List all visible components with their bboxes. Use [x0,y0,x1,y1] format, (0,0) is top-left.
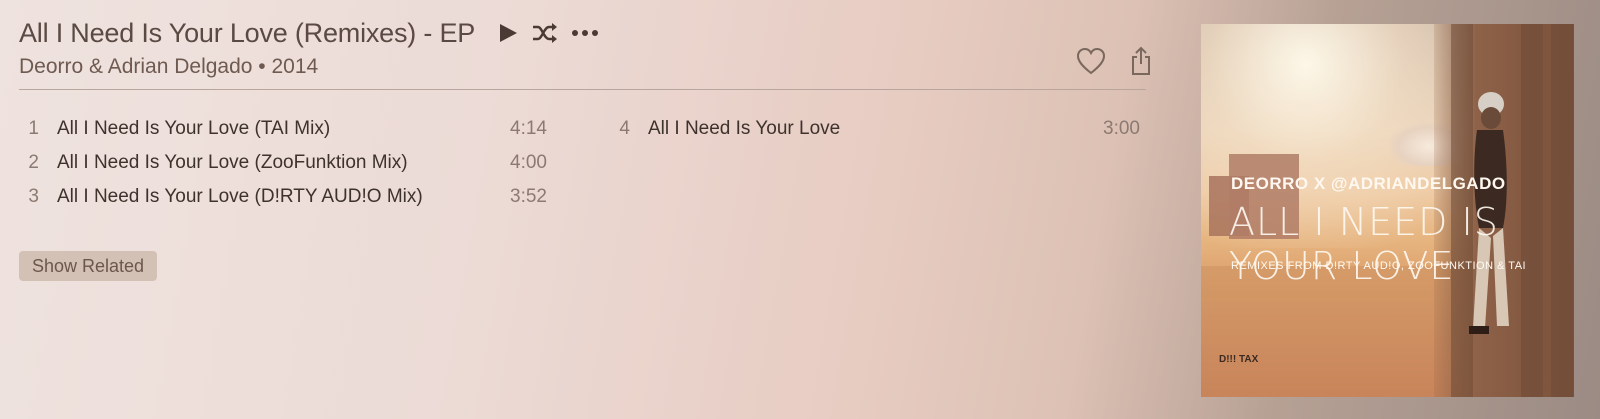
track-duration: 4:00 [510,152,547,173]
more-icon [572,30,599,36]
track-number: 2 [28,152,39,173]
track-name: All I Need Is Your Love (TAI Mix) [57,118,331,139]
header-divider [19,89,1146,90]
track-number: 4 [619,118,630,139]
track-number: 3 [28,186,39,207]
album-title: All I Need Is Your Love (Remixes) - EP [19,17,476,48]
more-button[interactable] [571,18,599,48]
track-row[interactable]: 1 All I Need Is Your Love (TAI Mix) 4:14 [19,112,547,146]
album-artwork[interactable]: DEORRO X @ADRIANDELGADO ALL I NEED IS YO… [1201,24,1574,397]
shuffle-icon [533,23,558,43]
share-button[interactable] [1130,46,1152,76]
track-row[interactable]: 4 All I Need Is Your Love 3:00 [610,112,1140,146]
artist-year[interactable]: Deorro & Adrian Delgado • 2014 [19,55,599,79]
track-name: All I Need Is Your Love [648,118,841,139]
artwork-artist-text: DEORRO X @ADRIANDELGADO [1231,174,1506,193]
artwork-remixes-text: REMIXES FROM D!RTY AUD!O, ZOOFUNKTION & … [1231,260,1527,272]
heart-icon [1076,47,1106,75]
play-icon [500,24,518,42]
album-header: All I Need Is Your Love (Remixes) - EP D… [19,14,599,79]
track-list-left: 1 All I Need Is Your Love (TAI Mix) 4:14… [19,112,547,214]
love-button[interactable] [1076,47,1106,75]
track-duration: 3:52 [510,186,547,207]
track-row[interactable]: 2 All I Need Is Your Love (ZooFunktion M… [19,146,547,180]
artwork-label-logo: D!!! TAX [1219,354,1259,365]
play-button[interactable] [497,18,519,48]
artwork-title-text: ALL I NEED IS YOUR LOVE [1229,200,1499,288]
track-row[interactable]: 3 All I Need Is Your Love (D!RTY AUD!O M… [19,180,547,214]
shuffle-button[interactable] [531,18,559,48]
show-related-button[interactable]: Show Related [19,251,158,281]
track-name: All I Need Is Your Love (ZooFunktion Mix… [57,152,408,173]
track-number: 1 [28,118,39,139]
title-row: All I Need Is Your Love (Remixes) - EP [19,14,599,52]
share-icon [1132,46,1150,75]
track-list-right: 4 All I Need Is Your Love 3:00 [610,112,1140,146]
track-duration: 3:00 [1103,118,1140,139]
album-actions [1076,46,1166,76]
track-name: All I Need Is Your Love (D!RTY AUD!O Mix… [57,186,423,207]
track-duration: 4:14 [510,118,547,139]
